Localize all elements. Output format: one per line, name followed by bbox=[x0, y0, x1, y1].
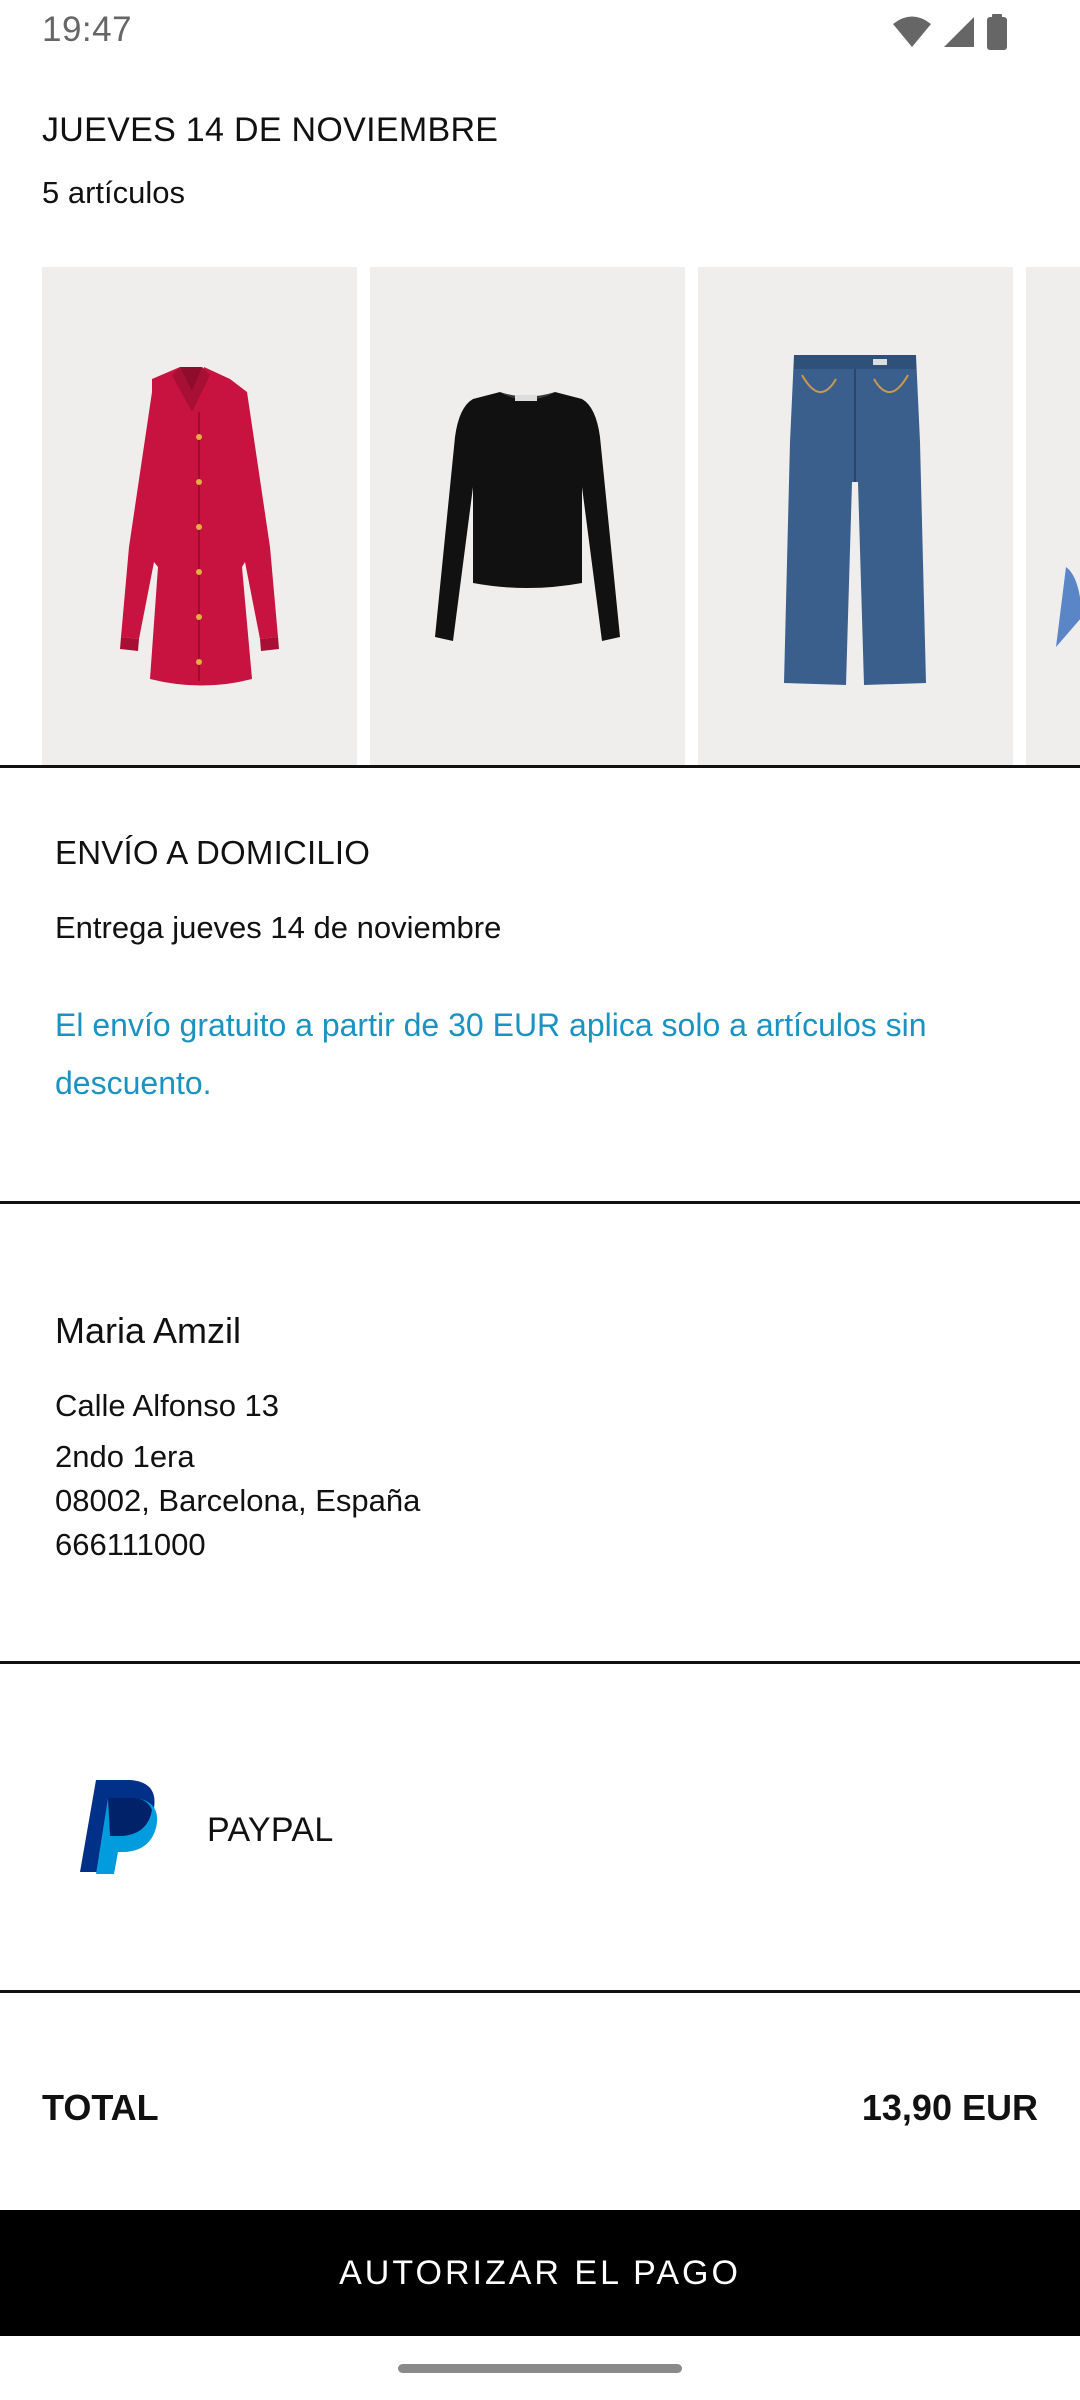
section-divider bbox=[0, 1661, 1080, 1664]
product-thumbnail-black-top[interactable] bbox=[370, 267, 685, 765]
home-indicator[interactable] bbox=[398, 2364, 682, 2373]
delivery-estimate: Entrega jueves 14 de noviembre bbox=[55, 910, 502, 945]
product-carousel[interactable] bbox=[42, 267, 1080, 765]
item-count: 5 artículos bbox=[42, 175, 186, 210]
address-floor: 2ndo 1era bbox=[55, 1439, 195, 1474]
blue-striped-item-image bbox=[1056, 567, 1080, 647]
shipping-method-title[interactable]: ENVÍO A DOMICILIO bbox=[55, 834, 370, 872]
delivery-date-heading: JUEVES 14 DE NOVIEMBRE bbox=[42, 111, 499, 149]
address-street: Calle Alfonso 13 bbox=[55, 1388, 280, 1423]
paypal-icon bbox=[78, 1778, 162, 1879]
jeans-image bbox=[784, 355, 926, 685]
section-divider bbox=[0, 1990, 1080, 1993]
total-label: TOTAL bbox=[42, 2087, 159, 2128]
free-shipping-note[interactable]: El envío gratuito a partir de 30 EUR apl… bbox=[55, 996, 955, 1112]
section-divider bbox=[0, 1201, 1080, 1204]
status-icons bbox=[892, 12, 1008, 52]
address-city: 08002, Barcelona, España bbox=[55, 1483, 421, 1518]
status-time: 19:47 bbox=[42, 10, 133, 49]
status-bar: 19:47 bbox=[0, 0, 1080, 64]
checkout-summary-screen: 19:47 JUEVES 14 DE NOVIEMBRE 5 artículos… bbox=[0, 0, 1080, 2400]
total-amount: 13,90 EUR bbox=[861, 2087, 1038, 2128]
red-shirt-image bbox=[120, 367, 279, 686]
wifi-icon bbox=[892, 15, 932, 49]
section-divider bbox=[0, 765, 1080, 768]
authorize-payment-button[interactable]: AUTORIZAR EL PAGO bbox=[0, 2210, 1080, 2336]
product-thumbnail-jeans[interactable] bbox=[698, 267, 1013, 765]
battery-icon bbox=[986, 14, 1008, 50]
carousel-track bbox=[42, 267, 1080, 765]
address-phone: 666111000 bbox=[55, 1527, 206, 1562]
black-top-image bbox=[435, 392, 620, 641]
recipient-name: Maria Amzil bbox=[55, 1310, 242, 1351]
product-thumbnail-partial[interactable] bbox=[1026, 267, 1080, 765]
signal-icon bbox=[942, 15, 976, 49]
payment-method-label: PAYPAL bbox=[207, 1811, 334, 1849]
product-thumbnail-red-shirt[interactable] bbox=[42, 267, 357, 765]
